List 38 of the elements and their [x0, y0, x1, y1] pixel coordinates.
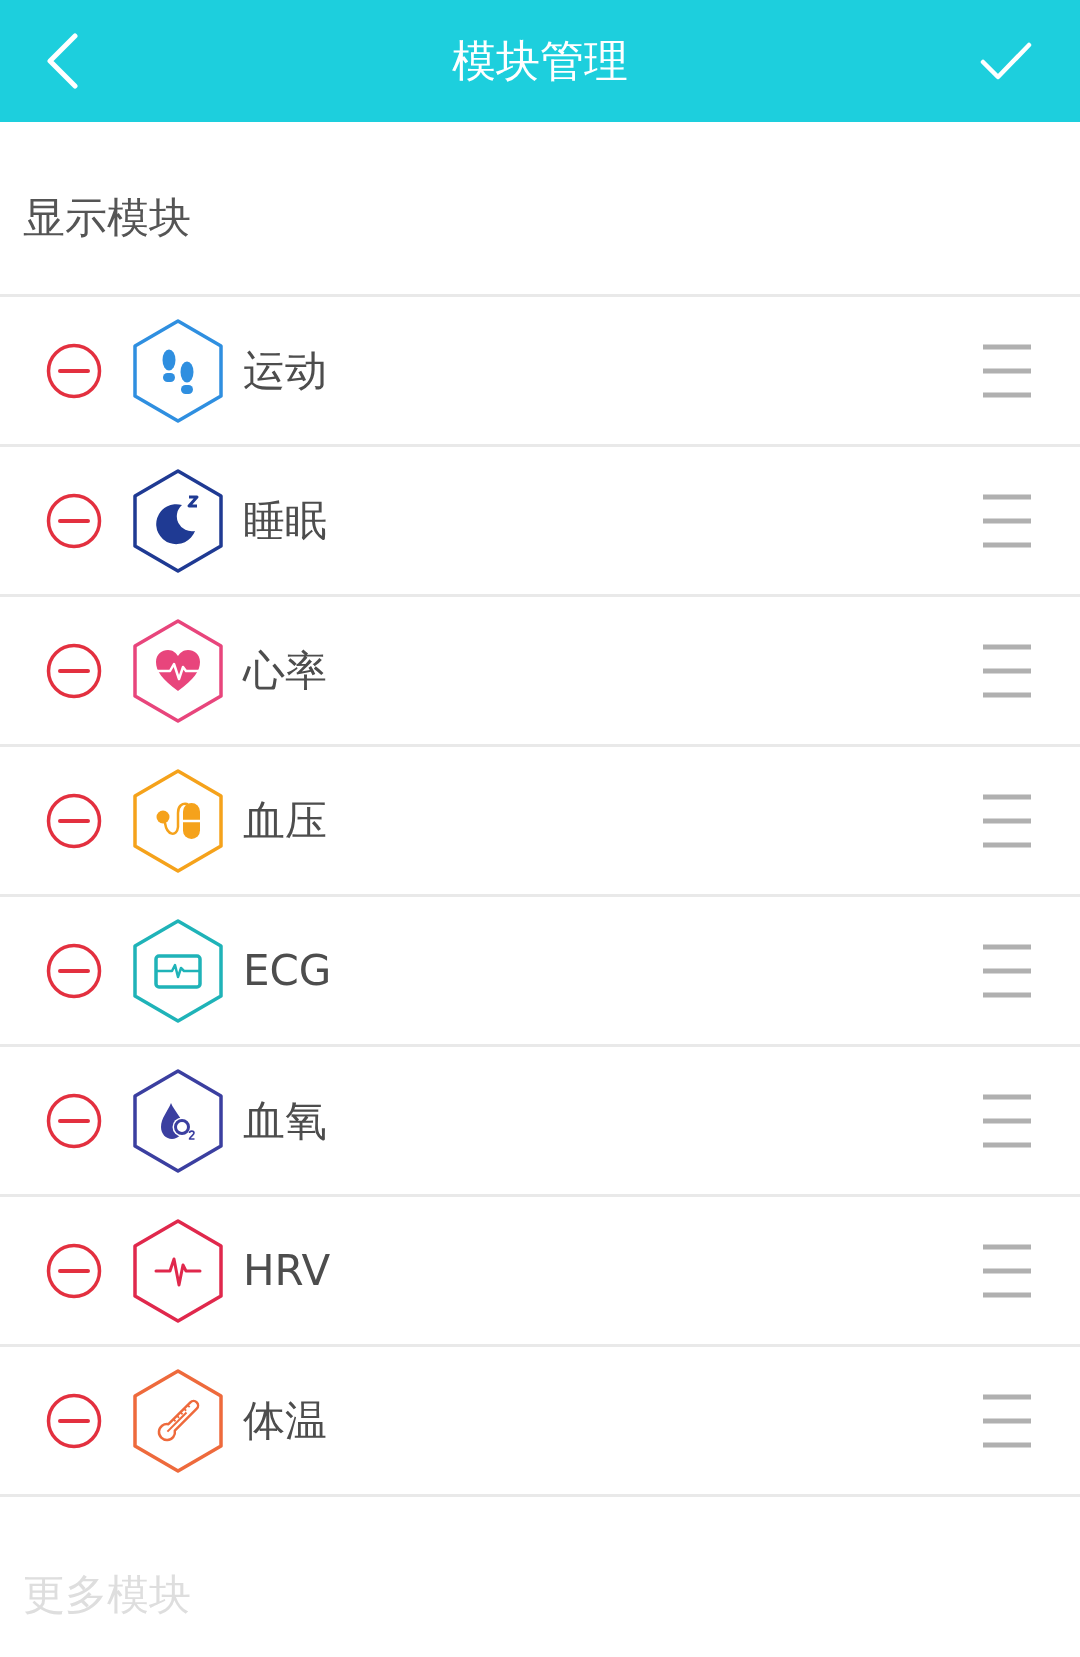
- confirm-button[interactable]: [980, 41, 1032, 81]
- minus-circle-icon: [46, 1092, 102, 1149]
- module-label: ECG: [243, 944, 332, 997]
- drag-handle-icon[interactable]: [981, 1092, 1033, 1149]
- page-title: 模块管理: [452, 35, 628, 87]
- minus-circle-icon: [46, 1242, 102, 1299]
- drag-handle-icon[interactable]: [981, 792, 1033, 849]
- remove-button[interactable]: [46, 792, 102, 849]
- module-label: 血压: [243, 794, 327, 847]
- drag-handle-icon[interactable]: [981, 342, 1033, 399]
- minus-circle-icon: [46, 1392, 102, 1449]
- minus-circle-icon: [46, 792, 102, 849]
- remove-button[interactable]: [46, 492, 102, 549]
- chevron-left-icon: [44, 33, 80, 89]
- remove-button[interactable]: [46, 342, 102, 399]
- remove-button[interactable]: [46, 1242, 102, 1299]
- minus-circle-icon: [46, 942, 102, 999]
- drag-handle-icon[interactable]: [981, 642, 1033, 699]
- module-label: 血氧: [243, 1094, 327, 1147]
- module-label: 体温: [243, 1394, 327, 1447]
- checkmark-icon: [980, 41, 1032, 81]
- drag-handle-icon[interactable]: [981, 942, 1033, 999]
- minus-circle-icon: [46, 342, 102, 399]
- remove-button[interactable]: [46, 642, 102, 699]
- drag-handle-icon[interactable]: [981, 1392, 1033, 1449]
- module-label: 心率: [243, 644, 327, 697]
- remove-button[interactable]: [46, 1392, 102, 1449]
- remove-button[interactable]: [46, 1092, 102, 1149]
- module-label: HRV: [243, 1244, 331, 1297]
- minus-circle-icon: [46, 642, 102, 699]
- module-label: 睡眠: [243, 494, 327, 547]
- section-heading: 显示模块: [23, 192, 191, 244]
- drag-handle-icon[interactable]: [981, 1242, 1033, 1299]
- module-label: 运动: [243, 344, 327, 397]
- back-button[interactable]: [44, 33, 80, 89]
- drag-handle-icon[interactable]: [981, 492, 1033, 549]
- minus-circle-icon: [46, 492, 102, 549]
- remove-button[interactable]: [46, 942, 102, 999]
